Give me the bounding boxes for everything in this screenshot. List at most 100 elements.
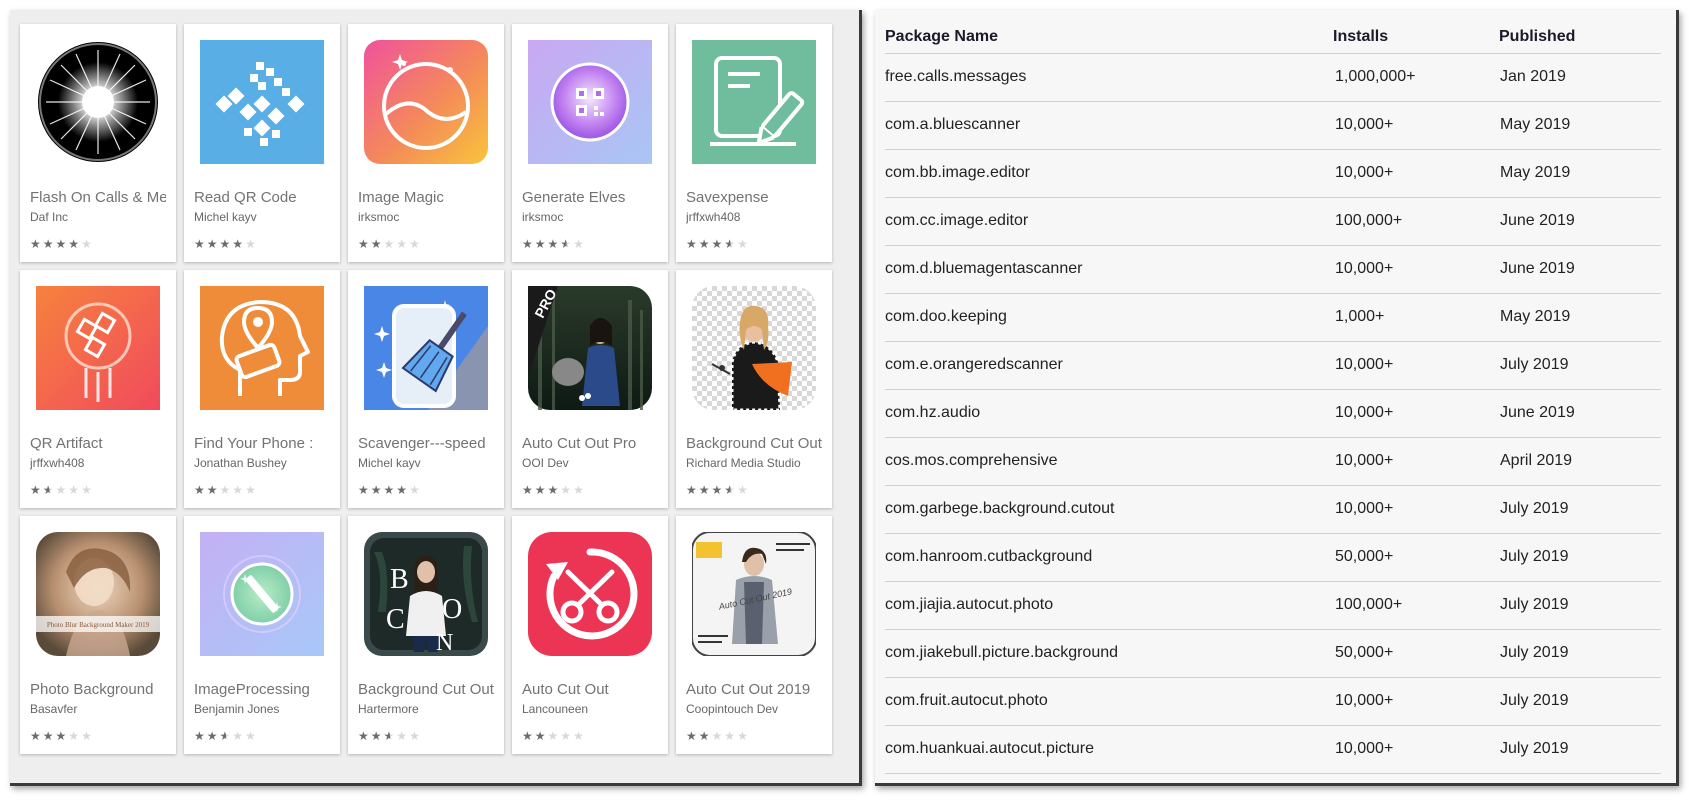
installs-cell: 100,000+: [1335, 212, 1403, 229]
app-title: Auto Cut Out 2019: [686, 681, 811, 698]
app-card[interactable]: Auto Cut Out 2019 Auto Cut Out 2019 Coop…: [676, 516, 832, 754]
app-card[interactable]: B O C N Background Cut Out Hartermore ★★…: [348, 516, 504, 754]
star-icon: ★: [560, 729, 574, 743]
star-icon: ★: [219, 483, 233, 497]
star-icon: ★: [573, 237, 586, 251]
app-card[interactable]: Generate Elves irksmoc ★★★★★: [512, 24, 668, 262]
star-icon: ★: [206, 483, 220, 497]
star-rating: ★★★★★: [194, 484, 258, 496]
installs-cell: 10,000+: [1335, 260, 1394, 277]
table-row: free.calls.messages 1,000,000+ Jan 2019: [885, 53, 1661, 101]
app-title: Read QR Code: [194, 189, 297, 206]
cutout-woman-icon: [692, 286, 816, 410]
cutout-pro-photo-icon: PRO: [528, 286, 652, 410]
star-rating: ★★★★★: [686, 484, 750, 496]
app-developer: irksmoc: [522, 210, 564, 224]
app-card[interactable]: Background Cut Out Richard Media Studio …: [676, 270, 832, 508]
star-rating: ★★★★★: [686, 238, 750, 250]
star-icon: ★: [737, 729, 750, 743]
landscape-circle-icon: [364, 40, 488, 164]
star-icon: ★: [560, 483, 574, 497]
app-card[interactable]: Auto Cut Out Lancouneen ★★★★★: [512, 516, 668, 754]
published-cell: June 2019: [1500, 212, 1575, 229]
star-icon: ★: [383, 729, 397, 743]
published-cell: Jan 2019: [1500, 68, 1566, 85]
package-name-cell: com.jiajia.autocut.photo: [885, 596, 1054, 613]
column-header-package-name: Package Name: [885, 28, 998, 45]
package-name-cell: com.jiakebull.picture.background: [885, 644, 1119, 661]
star-icon: ★: [55, 237, 69, 251]
app-grid-panel: Flash On Calls & Messages Daf Inc ★★★★★: [10, 10, 862, 786]
star-icon: ★: [194, 729, 207, 743]
star-icon: ★: [711, 237, 725, 251]
star-rating: ★★★★★: [194, 238, 258, 250]
app-developer: irksmoc: [358, 210, 400, 224]
app-card[interactable]: Image Magic irksmoc ★★★★★: [348, 24, 504, 262]
app-card[interactable]: PRO Auto Cut Out Pro OOI Dev ★★★★★: [512, 270, 668, 508]
app-card[interactable]: Read QR Code Michel kayv ★★★★★: [184, 24, 340, 262]
star-rating: ★★★★★: [30, 238, 94, 250]
star-icon: ★: [358, 237, 371, 251]
app-developer: Richard Media Studio: [686, 456, 801, 470]
app-card[interactable]: Scavenger---speed Michel kayv ★★★★★: [348, 270, 504, 508]
head-phone-pin-icon: [200, 286, 324, 410]
star-icon: ★: [42, 483, 56, 497]
star-rating: ★★★★★: [30, 484, 94, 496]
star-icon: ★: [232, 237, 246, 251]
star-rating: ★★★★★: [358, 484, 422, 496]
published-cell: June 2019: [1500, 404, 1575, 421]
published-cell: May 2019: [1500, 164, 1571, 181]
star-icon: ★: [30, 237, 43, 251]
star-icon: ★: [206, 237, 220, 251]
qr-artifact-icon: [36, 286, 160, 410]
star-icon: ★: [522, 237, 535, 251]
table-row: com.huankuai.autocut.picture 10,000+ July …: [885, 725, 1661, 773]
star-rating: ★★★★★: [358, 730, 422, 742]
app-card[interactable]: Flash On Calls & Messages Daf Inc ★★★★★: [20, 24, 176, 262]
table-row: com.hanroom.cutbackground 50,000+ July 201…: [885, 533, 1661, 581]
published-cell: July 2019: [1500, 692, 1569, 709]
app-card[interactable]: Savexpense jrffxwh408 ★★★★★: [676, 24, 832, 262]
star-icon: ★: [219, 237, 233, 251]
installs-cell: 10,000+: [1335, 740, 1394, 757]
star-rating: ★★★★★: [522, 484, 586, 496]
qr-orb-icon: [528, 40, 652, 164]
app-developer: Basavfer: [30, 702, 78, 716]
autocut-2019-portrait-icon: Auto Cut Out 2019: [692, 532, 816, 656]
boo-letters-portrait-icon: B O C N: [364, 532, 488, 656]
app-developer: jrffxwh408: [686, 210, 741, 224]
star-icon: ★: [68, 729, 82, 743]
star-icon: ★: [194, 483, 207, 497]
star-icon: ★: [245, 729, 258, 743]
star-icon: ★: [42, 237, 56, 251]
star-icon: ★: [409, 483, 422, 497]
star-icon: ★: [194, 237, 207, 251]
star-icon: ★: [534, 729, 548, 743]
app-card[interactable]: QR Artifact jrffxwh408 ★★★★★: [20, 270, 176, 508]
published-cell: July 2019: [1500, 356, 1569, 373]
qr-code-icon: [200, 40, 324, 164]
app-card[interactable]: ImageProcessing Benjamin Jones ★★★★★: [184, 516, 340, 754]
app-card[interactable]: Photo Blur Background Maker 2019 Photo B…: [20, 516, 176, 754]
star-icon: ★: [711, 729, 725, 743]
star-icon: ★: [370, 483, 384, 497]
published-cell: July 2019: [1500, 596, 1569, 613]
star-icon: ★: [534, 237, 548, 251]
star-icon: ★: [383, 237, 397, 251]
app-card[interactable]: Find Your Phone : Jonathan Bushey ★★★★★: [184, 270, 340, 508]
star-rating: ★★★★★: [358, 238, 422, 250]
document-pen-icon: [692, 40, 816, 164]
app-title: QR Artifact: [30, 435, 103, 452]
app-developer: Jonathan Bushey: [194, 456, 287, 470]
package-name-cell: com.cc.image.editor: [885, 212, 1029, 229]
star-icon: ★: [81, 483, 94, 497]
star-icon: ★: [396, 729, 410, 743]
published-cell: July 2019: [1500, 548, 1569, 565]
app-developer: OOI Dev: [522, 456, 569, 470]
letter-b-text: B: [390, 564, 409, 595]
column-header-installs: Installs: [1333, 28, 1389, 45]
table-row: com.d.bluemagentascanner 10,000+ June 2019: [885, 245, 1661, 293]
star-icon: ★: [724, 237, 738, 251]
star-icon: ★: [737, 237, 750, 251]
published-cell: July 2019: [1500, 644, 1569, 661]
